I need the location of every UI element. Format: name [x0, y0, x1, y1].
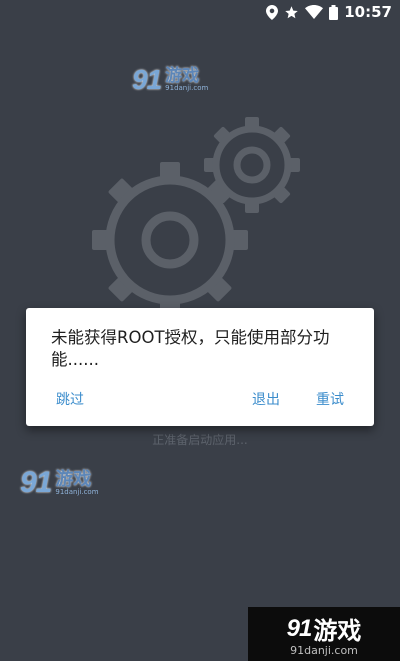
small-gear-icon	[204, 117, 300, 213]
watermark-domain: 91danji.com	[55, 487, 99, 496]
dialog-message: 未能获得ROOT授权，只能使用部分功能......	[51, 328, 330, 369]
watermark-bottom: 91 游戏 91danji.com	[20, 466, 99, 500]
corner-logo-number: 91	[286, 614, 313, 642]
watermark-name: 游戏	[55, 468, 92, 490]
loading-text: 正准备启动应用...	[152, 433, 248, 447]
skip-button[interactable]: 跳过	[56, 389, 84, 409]
root-permission-dialog: 未能获得ROOT授权，只能使用部分功能...... 跳过 退出 重试	[26, 308, 374, 426]
corner-logo: 91 游戏 91danji.com	[248, 607, 400, 661]
exit-button[interactable]: 退出	[252, 389, 280, 409]
corner-logo-domain: 91danji.com	[290, 644, 358, 657]
watermark-number: 91	[20, 466, 52, 499]
retry-button[interactable]: 重试	[316, 389, 344, 409]
corner-logo-name: 游戏	[313, 617, 362, 645]
